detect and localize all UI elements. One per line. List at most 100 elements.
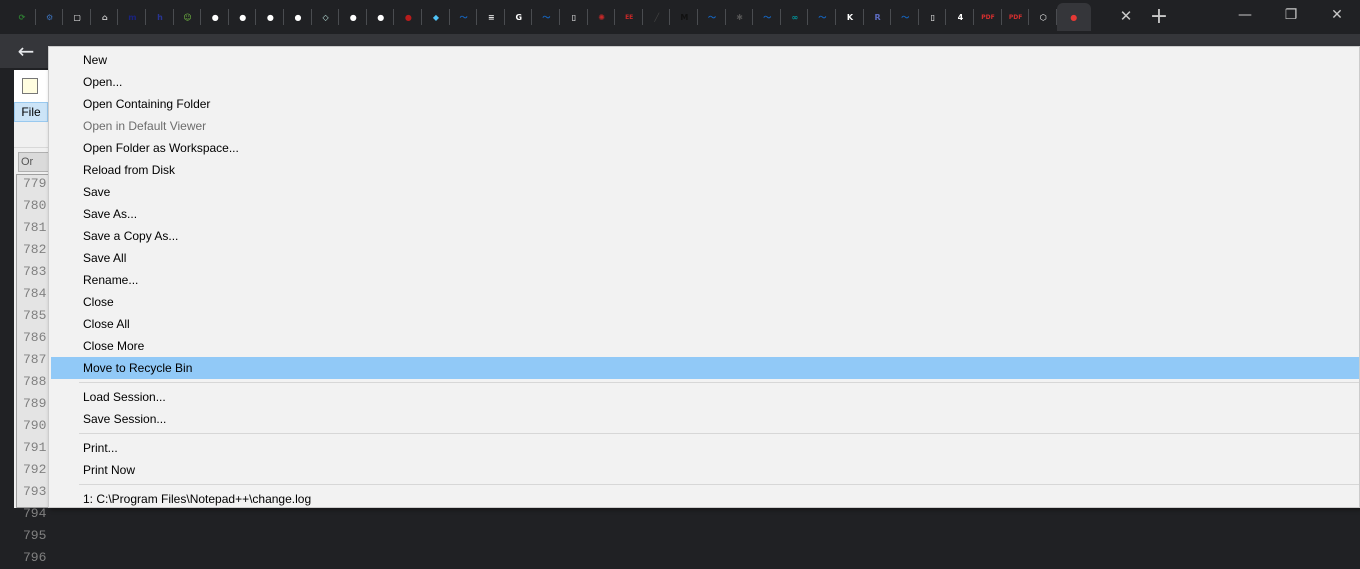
- menu-item-save-as[interactable]: Save As...: [51, 203, 1359, 225]
- close-tab-icon[interactable]: ✕: [1116, 6, 1136, 26]
- browser-tab[interactable]: ▯: [919, 3, 947, 31]
- browser-tab[interactable]: ≡: [477, 3, 505, 31]
- line-number: 796: [23, 550, 47, 565]
- menu-separator: [79, 382, 1359, 383]
- script-icon: ≡: [487, 12, 495, 22]
- browser-tab[interactable]: ⌂: [91, 3, 119, 31]
- browser-tab[interactable]: ●: [201, 3, 229, 31]
- menu-file[interactable]: File: [14, 102, 48, 122]
- restore-button[interactable]: ❐: [1268, 0, 1314, 30]
- menu-item-move-to-recycle-bin[interactable]: Move to Recycle Bin: [51, 357, 1359, 379]
- browser-tab[interactable]: ●: [229, 3, 257, 31]
- notepad-app-icon: [22, 78, 38, 94]
- menu-separator: [79, 433, 1359, 434]
- new-tab-button[interactable]: +: [1148, 4, 1170, 29]
- browser-tab[interactable]: 〜: [753, 3, 781, 31]
- browser-tab[interactable]: 4: [946, 3, 974, 31]
- browser-tab[interactable]: ●: [394, 3, 422, 31]
- browser-tab[interactable]: h: [146, 3, 174, 31]
- back-arrow-icon[interactable]: ←: [14, 39, 38, 63]
- bulb-icon: ◇: [322, 12, 329, 22]
- globe-refresh-icon: ⟳: [18, 12, 26, 22]
- chart-dark-icon: ╱: [654, 12, 660, 22]
- browser-tab[interactable]: M: [670, 3, 698, 31]
- python-script-icon: ⚙: [46, 12, 54, 22]
- github-icon: ●: [294, 12, 302, 22]
- browser-tab[interactable]: K: [836, 3, 864, 31]
- record-icon: ●: [1070, 12, 1078, 22]
- browser-tab[interactable]: ☺: [174, 3, 202, 31]
- browser-tab[interactable]: EE: [615, 3, 643, 31]
- google-icon: G: [515, 12, 523, 22]
- feather-icon: 〜: [818, 12, 827, 22]
- browser-tab[interactable]: PDF: [1002, 3, 1030, 31]
- h-letter-icon: h: [157, 12, 163, 22]
- browser-tab[interactable]: ●: [339, 3, 367, 31]
- document-icon: ▯: [930, 12, 935, 22]
- menu-separator: [79, 484, 1359, 485]
- bomb-icon: ●: [404, 12, 412, 22]
- close-window-button[interactable]: ✕: [1314, 0, 1360, 30]
- menu-item-print-now[interactable]: Print Now: [51, 459, 1359, 481]
- file-menu-dropdown: New Open... Open Containing Folder Open in …: [48, 46, 1360, 508]
- r-letter-icon: R: [874, 12, 881, 22]
- menu-item-open[interactable]: Open...: [51, 71, 1359, 93]
- browser-tab[interactable]: ⟳: [8, 3, 36, 31]
- menu-item-close[interactable]: Close: [51, 291, 1359, 313]
- menu-item-rename[interactable]: Rename...: [51, 269, 1359, 291]
- browser-tab[interactable]: PDF: [974, 3, 1002, 31]
- menu-item-new[interactable]: New: [51, 49, 1359, 71]
- menu-item-print[interactable]: Print...: [51, 437, 1359, 459]
- browser-tab-strip: ✕ + — ❐ ✕ ⟳ ⚙ ▢ ⌂ m h ☺ ● ● ● ● ◇ ● ● ● ◆ 〜 ≡ G 〜 ▯ ✺ EE ╱ M 〜 ✱ 〜 ∞…: [0, 0, 1360, 34]
- github-icon: ●: [239, 12, 247, 22]
- diagram-icon: ◆: [432, 12, 440, 22]
- menu-item-save-a-copy-as[interactable]: Save a Copy As...: [51, 225, 1359, 247]
- line-number: 781: [23, 220, 47, 235]
- hexagon-icon: ⬡: [1039, 12, 1047, 22]
- browser-tab[interactable]: 〜: [808, 3, 836, 31]
- browser-tab[interactable]: R: [864, 3, 892, 31]
- browser-tab[interactable]: ∞: [781, 3, 809, 31]
- browser-tab[interactable]: ◆: [422, 3, 450, 31]
- browser-tab[interactable]: 〜: [532, 3, 560, 31]
- menu-item-save-all[interactable]: Save All: [51, 247, 1359, 269]
- browser-tab[interactable]: 〜: [891, 3, 919, 31]
- browser-tab[interactable]: ●: [284, 3, 312, 31]
- browser-tab[interactable]: ●: [1056, 3, 1091, 31]
- browser-tab[interactable]: ◇: [312, 3, 340, 31]
- browser-tab[interactable]: ✺: [588, 3, 616, 31]
- menu-item-close-all[interactable]: Close All: [51, 313, 1359, 335]
- browser-tab[interactable]: ⚙: [36, 3, 64, 31]
- browser-tab[interactable]: 〜: [698, 3, 726, 31]
- feather-icon: 〜: [459, 12, 468, 22]
- browser-tab[interactable]: ▯: [560, 3, 588, 31]
- menu-item-load-session[interactable]: Load Session...: [51, 386, 1359, 408]
- github-icon: ●: [349, 12, 357, 22]
- menu-item-1-c-program-files-notepad-change-log[interactable]: 1: C:\Program Files\Notepad++\change.log: [51, 488, 1359, 507]
- line-number: 779: [23, 176, 47, 191]
- menu-item-reload-from-disk[interactable]: Reload from Disk: [51, 159, 1359, 181]
- menu-item-open-containing-folder[interactable]: Open Containing Folder: [51, 93, 1359, 115]
- browser-tab[interactable]: m: [118, 3, 146, 31]
- menu-item-open-folder-as-workspace[interactable]: Open Folder as Workspace...: [51, 137, 1359, 159]
- browser-tab[interactable]: ▢: [63, 3, 91, 31]
- browser-tab[interactable]: ●: [367, 3, 395, 31]
- arduino-icon: ∞: [791, 12, 799, 22]
- line-number: 784: [23, 286, 47, 301]
- doc-tab[interactable]: Or: [18, 152, 50, 172]
- browser-tab[interactable]: ●: [256, 3, 284, 31]
- menu-item-close-more[interactable]: Close More: [51, 335, 1359, 357]
- browser-tab[interactable]: ⬡: [1029, 3, 1057, 31]
- mathworks-icon: m: [128, 12, 137, 22]
- browser-tab[interactable]: ✱: [726, 3, 754, 31]
- browser-tab[interactable]: 〜: [450, 3, 478, 31]
- ee-459-icon: EE: [625, 13, 634, 21]
- browser-tab[interactable]: G: [505, 3, 533, 31]
- menu-item-save-session[interactable]: Save Session...: [51, 408, 1359, 430]
- compass-icon: ✺: [598, 12, 605, 22]
- browser-tab[interactable]: ╱: [643, 3, 671, 31]
- minimize-button[interactable]: —: [1222, 0, 1268, 30]
- menu-item-save[interactable]: Save: [51, 181, 1359, 203]
- github-icon: ●: [211, 12, 219, 22]
- window-square-icon: ▢: [73, 12, 81, 22]
